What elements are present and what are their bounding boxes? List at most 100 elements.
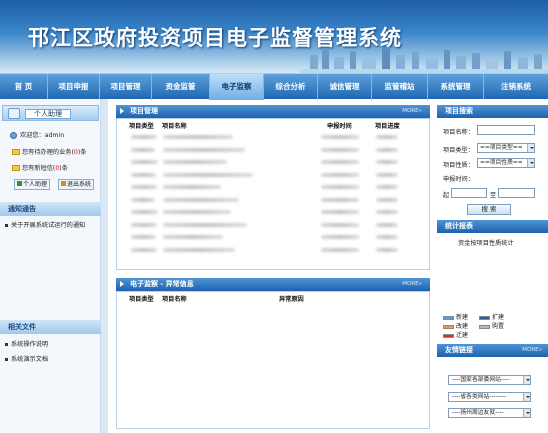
personal-assistant-button[interactable]: 个人助理 xyxy=(14,179,51,190)
redacted-cell xyxy=(376,160,398,164)
nav-project-apply[interactable]: 项目申报 xyxy=(48,74,100,100)
redacted-cell xyxy=(131,235,156,239)
monitor-panel xyxy=(116,291,430,429)
files-header: 相关文件 xyxy=(0,320,101,334)
legend-label: 新建 xyxy=(456,314,469,321)
monitor-panel-title: 电子监察 - 异常信息 xyxy=(130,280,194,288)
file-item[interactable]: 系统操作说明 xyxy=(5,339,48,348)
file-item[interactable]: 系统演示文档 xyxy=(5,354,48,363)
redacted-cell xyxy=(321,172,359,177)
header-banner: 邗江区政府投资项目电子监督管理系统 xyxy=(0,0,548,73)
redacted-cell xyxy=(131,160,158,164)
project-type-select[interactable]: ==项目类型== xyxy=(477,143,535,153)
project-nature-label: 项目性质： xyxy=(443,162,474,169)
redacted-cell xyxy=(376,197,398,202)
sidebar-divider xyxy=(101,99,108,433)
nav-fund-supervision[interactable]: 资金监管 xyxy=(152,74,210,100)
apply-date-label: 申报时间： xyxy=(443,176,474,183)
redacted-cell xyxy=(376,147,398,152)
welcome-line: 欢迎您：admin xyxy=(10,130,64,139)
date-to-input[interactable] xyxy=(498,188,535,198)
project-panel-title: 项目管理 xyxy=(130,107,158,115)
redacted-cell xyxy=(163,160,227,164)
main-nav: 首 页 项目申报 项目管理 资金监管 电子监察 综合分析 诚信管理 监管稽站 系… xyxy=(0,73,548,100)
redacted-cell xyxy=(376,185,398,189)
new-message-line[interactable]: 您有新短信(0)条 xyxy=(12,163,68,172)
project-nature-select[interactable]: ==项目性质== xyxy=(477,158,535,168)
nav-logout[interactable]: 注销系统 xyxy=(484,74,548,100)
search-button[interactable]: 搜 索 xyxy=(467,204,511,215)
folder-icon xyxy=(12,165,20,171)
legend-swatch xyxy=(443,324,454,329)
redacted-cell xyxy=(376,210,398,214)
redacted-cell xyxy=(163,135,233,139)
redacted-cell xyxy=(163,197,239,202)
friend-link-select-nearby[interactable]: ----扬州周边友就---- xyxy=(448,408,531,418)
bullet-icon xyxy=(5,223,8,227)
date-to-label: 至 xyxy=(490,192,497,199)
redacted-cell xyxy=(131,210,158,214)
redacted-cell xyxy=(321,247,359,252)
chevron-down-icon xyxy=(523,376,530,384)
personal-assistant-title: 个人助理 xyxy=(25,109,71,119)
monitor-more-link[interactable]: MORE» xyxy=(402,278,422,291)
legend-item: 改建 xyxy=(443,321,468,330)
nav-home[interactable]: 首 页 xyxy=(0,74,48,100)
redacted-cell xyxy=(131,185,157,189)
nav-system-manage[interactable]: 系统管理 xyxy=(428,74,484,100)
legend-swatch xyxy=(479,324,490,329)
col-project-type: 项目类型 xyxy=(129,296,154,303)
friends-header: 友情链接 MORE» xyxy=(437,344,548,357)
notice-item[interactable]: 关于开展系统试运行的通知 xyxy=(5,220,85,229)
col-project-type: 项目类型 xyxy=(129,123,154,130)
legend-label: 购置 xyxy=(492,323,505,330)
redacted-cell xyxy=(131,135,157,139)
redacted-cell xyxy=(376,222,398,227)
redacted-cell xyxy=(131,197,155,202)
redacted-cell xyxy=(163,185,221,189)
logout-button[interactable]: 退出系统 xyxy=(58,179,95,190)
assistant-icon xyxy=(17,181,22,186)
col-abnormal-reason: 异常原因 xyxy=(279,296,304,303)
legend-swatch xyxy=(443,333,454,338)
redacted-cell xyxy=(163,210,231,214)
redacted-cell xyxy=(321,235,359,239)
friend-link-select-province[interactable]: ----省各类网站-------- xyxy=(448,392,531,402)
city-skyline-image xyxy=(300,47,548,73)
search-header: 项目搜索 xyxy=(437,105,548,118)
col-project-name: 项目名称 xyxy=(162,296,187,303)
legend-label: 扩建 xyxy=(492,314,505,321)
friend-link-select-ministries[interactable]: ----国家各部委网站---- xyxy=(448,375,531,385)
redacted-cell xyxy=(321,222,359,227)
user-card-icon xyxy=(8,108,20,119)
stats-link[interactable]: 资金按项目性质统计 xyxy=(458,238,514,247)
personal-assistant-header: 个人助理 xyxy=(2,105,99,121)
project-more-link[interactable]: MORE» xyxy=(402,105,422,118)
col-project-name: 项目名称 xyxy=(162,123,187,130)
legend-item: 购置 xyxy=(479,321,504,330)
redacted-cell xyxy=(321,185,359,189)
nav-credit[interactable]: 诚信管理 xyxy=(318,74,372,100)
project-name-input[interactable] xyxy=(477,125,535,135)
exit-icon xyxy=(61,181,66,186)
project-type-label: 项目类型： xyxy=(443,147,474,154)
redacted-cell xyxy=(376,172,398,177)
chevron-down-icon xyxy=(523,393,530,401)
legend-label: 改建 xyxy=(456,323,469,330)
col-progress: 项目进度 xyxy=(375,123,400,130)
chevron-down-icon xyxy=(527,144,534,152)
redacted-cell xyxy=(131,172,156,177)
nav-project-manage[interactable]: 项目管理 xyxy=(100,74,152,100)
redacted-cell xyxy=(163,247,235,252)
date-from-input[interactable] xyxy=(451,188,487,198)
nav-supervision-site[interactable]: 监管稽站 xyxy=(372,74,428,100)
nav-e-monitoring[interactable]: 电子监察 xyxy=(210,74,264,100)
redacted-cell xyxy=(163,235,223,239)
legend-item: 新建 xyxy=(443,312,468,321)
nav-analysis[interactable]: 综合分析 xyxy=(264,74,318,100)
friends-more-link[interactable]: MORE» xyxy=(522,344,542,357)
redacted-cell xyxy=(321,135,359,139)
pending-business-line[interactable]: 您有待办理的业务(0)条 xyxy=(12,147,86,156)
col-apply-time: 申报时间 xyxy=(327,123,352,130)
redacted-cell xyxy=(163,172,253,177)
